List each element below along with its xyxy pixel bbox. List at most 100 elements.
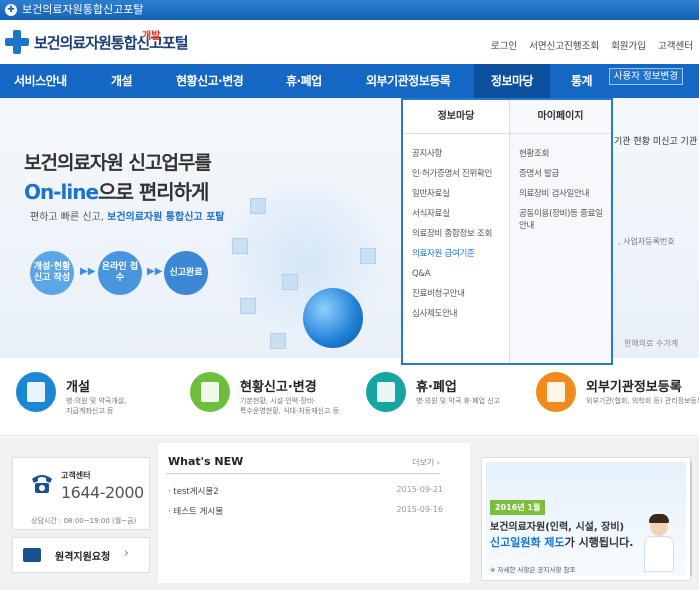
signup-link[interactable]: 회원가입: [611, 38, 646, 52]
site-icon: ✚: [5, 4, 17, 16]
clipboard-icon: [190, 372, 230, 412]
news-date: 2015-09-16: [396, 505, 444, 514]
service-desc: 병·의원 및 약국 휴·폐업 신고: [416, 397, 501, 405]
nav-info-plaza[interactable]: 정보마당: [474, 64, 550, 98]
service-title: 현황신고·변경: [240, 380, 317, 395]
remote-support-label: 원격지원요청: [55, 552, 111, 563]
news-row[interactable]: · 테스트 게시물 2015-09-16: [168, 505, 443, 517]
dropdown-col-title: 정보마당: [403, 100, 509, 134]
utility-menu: 로그인 서면신고진행조회 회원가입 고객센터: [491, 38, 693, 52]
bottom-section: 고객센터 1644-2000 상담시간 : 08:00~19:00 (월~금) …: [0, 437, 699, 590]
nav-closure[interactable]: 휴·폐업: [286, 64, 322, 98]
whats-new-panel: What's NEW 더보기 › · test게시물2 2015-09-21 ·…: [158, 443, 470, 583]
title-bar: ✚ 보건의료자원통합신고포탈: [0, 0, 699, 20]
menu-billing-guide[interactable]: 진료비청구안내: [412, 284, 509, 304]
step-arrow-icon: ▶▶: [147, 266, 163, 277]
more-link[interactable]: 더보기 ›: [412, 457, 440, 468]
menu-cert-issue[interactable]: 증명서 발급: [519, 164, 611, 184]
step-3: 신고완료: [164, 251, 208, 295]
service-status-report[interactable]: 현황신고·변경 기본현황, 시설·인력·장비· 특수운영현황, 식대·처등재신고…: [190, 372, 350, 432]
hero-subtitle: 편하고 빠른 신고, 보건의료자원 통합신고 포탈: [30, 208, 225, 223]
menu-form-data[interactable]: 서식자료실: [412, 204, 509, 224]
banner-line-2-rest: 가 시행됩니다.: [564, 536, 634, 549]
news-title: test게시물2: [173, 487, 219, 497]
service-desc: 병·의원 및 약국개설, 지급계좌신고 등: [66, 397, 127, 415]
menu-status-lookup[interactable]: 현황조회: [519, 144, 611, 164]
banner-highlight: 신고일원화 제도: [490, 536, 565, 549]
service-closure[interactable]: 휴·폐업 병·의원 및 약국 휴·폐업 신고: [366, 372, 516, 432]
hero-online: On-line: [24, 180, 99, 204]
menu-qna[interactable]: Q&A: [412, 264, 509, 284]
banner-line-2: 신고일원화 제도가 시행됩니다.: [490, 534, 633, 550]
doctor-illustration: [642, 514, 676, 572]
menu-shared-equipment[interactable]: 공동이용(장비)등 중료일 안내: [519, 204, 611, 232]
customer-center-number: 1644-2000: [61, 483, 144, 502]
service-shortcuts: 개설 병·의원 및 약국개설, 지급계좌신고 등 현황신고·변경 기본현황, 시…: [0, 366, 699, 436]
service-open[interactable]: 개설 병·의원 및 약국개설, 지급계좌신고 등: [16, 372, 166, 432]
pill-icon: [240, 298, 256, 314]
menu-review-guide[interactable]: 심사제도안내: [412, 304, 509, 324]
hero-sub-b: 보건의료자원 통합신고 포탈: [107, 212, 225, 223]
logo-dev-tag: 개발: [142, 31, 161, 42]
divider: [166, 473, 440, 474]
service-title: 휴·폐업: [416, 380, 457, 395]
right-partial-text-1[interactable]: 기관 현황 미신고 기관: [614, 134, 697, 147]
service-title: 개설: [66, 380, 90, 395]
nav-external-info[interactable]: 외부기관정보등록: [366, 64, 451, 98]
main-nav: 서비스안내 개설 현황신고·변경 휴·폐업 외부기관정보등록 정보마당 통계 사…: [0, 64, 699, 98]
news-row[interactable]: · test게시물2 2015-09-21: [168, 485, 443, 497]
right-partial-text-2: , 사업자등록번호: [618, 237, 675, 246]
nav-service-info[interactable]: 서비스안내: [14, 64, 67, 98]
chevron-right-icon: ›: [123, 546, 129, 561]
written-report-status-link[interactable]: 서면신고진행조회: [529, 38, 599, 52]
title-text: 보건의료자원통합신고포탈: [22, 3, 144, 16]
banner-line-1: 보건의료자원(인력, 시설, 장비): [490, 522, 625, 533]
step-1: 개설·현황 신고 작성: [30, 251, 74, 295]
service-external-info[interactable]: 외부기관정보등록 외부기관(협회, 의학회 등) 관리정보등록: [536, 372, 699, 432]
dropdown-col-title: 마이페이지: [510, 100, 611, 134]
menu-equipment-inspection[interactable]: 의료장비 검사일안내: [519, 184, 611, 204]
right-partial-text-3: 한해의료 수가계: [624, 339, 679, 348]
device-icon: [270, 333, 286, 349]
customer-center-link[interactable]: 고객센터: [658, 38, 693, 52]
nav-stats[interactable]: 통계: [571, 64, 593, 98]
banner-scrollbar[interactable]: [690, 462, 692, 576]
menu-general-data[interactable]: 일반자료실: [412, 184, 509, 204]
hero-heading: 보건의료자원 신고업무를: [24, 152, 212, 174]
notice-banner[interactable]: 2016년 1월 보건의료자원(인력, 시설, 장비) 신고일원화 제도가 시행…: [481, 457, 692, 581]
customer-center-box: 고객센터 1644-2000 상담시간 : 08:00~19:00 (월~금): [12, 457, 150, 530]
banner-year-badge: 2016년 1월: [490, 500, 546, 515]
menu-equipment-info[interactable]: 의료장비 종합정보 조회: [412, 224, 509, 244]
hero-sub-a: 편하고 빠른 신고,: [30, 212, 104, 223]
menu-notice[interactable]: 공지사항: [412, 144, 509, 164]
medical-icon: [232, 238, 248, 254]
right-panel-partial: 기관 현황 미신고 기관 , 사업자등록번호 한해의료 수가계: [614, 98, 699, 358]
logo-text: 보건의료자원통합신고포털: [34, 33, 189, 52]
dropdown-col-mypage: 마이페이지 현황조회 증명서 발급 의료장비 검사일안내 공동이용(장비)등 중…: [510, 100, 611, 363]
header: 보건의료자원통합신고포털 개발 로그인 서면신고진행조회 회원가입 고객센터: [0, 20, 699, 64]
service-title: 외부기관정보등록: [586, 380, 682, 395]
hero-heading-2: On-line으로 편리하게: [24, 176, 209, 205]
nav-status-report[interactable]: 현황신고·변경: [176, 64, 244, 98]
building-icon: [16, 372, 56, 412]
menu-cert-verify[interactable]: 인·허가증명서 진위확인: [412, 164, 509, 184]
chart-icon: [282, 274, 298, 290]
remote-support-icon: [23, 548, 41, 562]
service-desc: 외부기관(협회, 의학회 등) 관리정보등록: [586, 397, 699, 405]
menu-benefit-criteria[interactable]: 의료자원 급여기준: [412, 244, 509, 264]
globe-icon: [303, 288, 363, 348]
remote-support-button[interactable]: 원격지원요청 ›: [12, 537, 150, 573]
dropdown-col-info: 정보마당 공지사항 인·허가증명서 진위확인 일반자료실 서식자료실 의료장비 …: [403, 100, 510, 363]
step-arrow-icon: ▶▶: [80, 266, 96, 277]
banner-note: ※ 자세한 사항은 공지사항 참조: [490, 566, 576, 574]
nav-open[interactable]: 개설: [111, 64, 133, 98]
prohibit-icon: [366, 372, 406, 412]
login-link[interactable]: 로그인: [491, 38, 517, 52]
user-info-change-button[interactable]: 사용자 정보변경: [608, 68, 683, 85]
phone-icon: [32, 475, 52, 493]
doc-icon: [360, 248, 376, 264]
info-plaza-dropdown: 정보마당 공지사항 인·허가증명서 진위확인 일반자료실 서식자료실 의료장비 …: [401, 98, 613, 365]
hero-heading-2-rest: 으로 편리하게: [98, 180, 209, 204]
site-logo[interactable]: 보건의료자원통합신고포털 개발: [5, 30, 189, 54]
cross-logo-icon: [5, 30, 29, 54]
